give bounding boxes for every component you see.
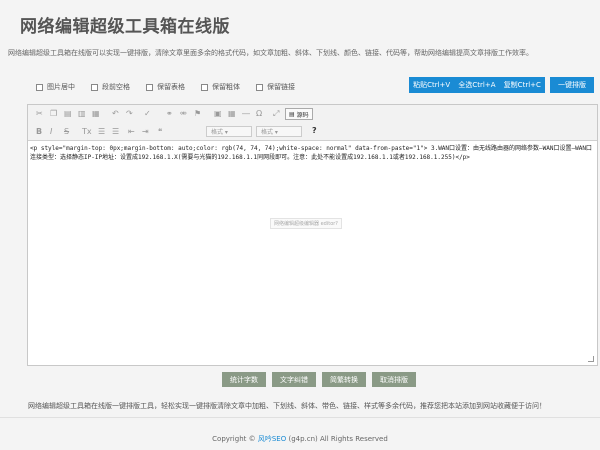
format-select[interactable]: 格式 ▾ <box>256 126 302 137</box>
page-title: 网络编辑超级工具箱在线版 <box>20 17 230 37</box>
link-icon[interactable]: ⚭ <box>166 109 173 118</box>
word-count-button[interactable]: 统计字数 <box>222 372 266 387</box>
one-key-format-button[interactable]: 一键排版 <box>550 77 594 93</box>
option-label: 保留链接 <box>267 83 295 91</box>
spellcheck-icon[interactable]: ✓ <box>144 109 151 118</box>
convert-button[interactable]: 简繁转换 <box>322 372 366 387</box>
page: 网络编辑超级工具箱在线版 网络编辑超级工具箱在线版可以实现一键排版，清除文章里面… <box>0 0 600 450</box>
editor-toolbar: ✂ ❐ ▤ ▥ ▦ ↶ ↷ ✓ ⚭ ⚮ ⚑ ▣ ▦ ― Ω ⤢ ▤ 源码 B I … <box>28 105 597 141</box>
cut-icon[interactable]: ✂ <box>36 109 43 118</box>
document-icon: ▤ <box>289 110 295 118</box>
rich-text-editor[interactable]: ✂ ❐ ▤ ▥ ▦ ↶ ↷ ✓ ⚭ ⚮ ⚑ ▣ ▦ ― Ω ⤢ ▤ 源码 B I … <box>27 104 598 366</box>
divider <box>0 417 600 418</box>
indent-icon[interactable]: ⇥ <box>142 127 149 136</box>
resize-handle[interactable] <box>588 356 594 362</box>
paste-word-icon[interactable]: ▦ <box>92 109 100 118</box>
bold-icon[interactable]: B <box>36 127 42 136</box>
source-label: 源码 <box>296 111 309 119</box>
proofread-button[interactable]: 文字纠错 <box>272 372 316 387</box>
checkbox[interactable] <box>91 83 98 91</box>
checkbox[interactable] <box>256 83 263 91</box>
numbered-list-icon[interactable]: ☰ <box>98 127 105 136</box>
checkbox[interactable] <box>201 83 208 91</box>
option-indent[interactable]: 段前空格 <box>91 82 130 92</box>
italic-icon[interactable]: I <box>50 127 52 136</box>
outdent-icon[interactable]: ⇤ <box>128 127 135 136</box>
editor-content[interactable]: <p style="margin-top: 0px;margin-bottom:… <box>30 145 595 162</box>
blockquote-icon[interactable]: ❝ <box>158 127 162 136</box>
clipboard-actions: 粘贴Ctrl+V 全选Ctrl+A 复制Ctrl+C <box>409 77 545 93</box>
style-select[interactable]: 格式 ▾ <box>206 126 252 137</box>
rights: All Rights Reserved <box>320 435 388 443</box>
domain: (g4p.cn) <box>288 435 318 443</box>
select-all-button[interactable]: 全选Ctrl+A <box>458 80 495 90</box>
paste-button[interactable]: 粘贴Ctrl+V <box>413 80 450 90</box>
anchor-icon[interactable]: ⚑ <box>194 109 201 118</box>
copy-button[interactable]: 复制Ctrl+C <box>504 80 541 90</box>
page-description: 网络编辑超级工具箱在线版可以实现一键排版，清除文章里面多余的格式代码，如文章加粗… <box>8 49 533 57</box>
option-label: 段前空格 <box>102 83 130 91</box>
option-keep-tables[interactable]: 保留表格 <box>146 82 185 92</box>
copyright: Copyright © 风吟SEO (g4p.cn) All Rights Re… <box>0 434 600 444</box>
unlink-icon[interactable]: ⚮ <box>180 109 187 118</box>
paste-icon[interactable]: ▤ <box>64 109 72 118</box>
image-icon[interactable]: ▣ <box>214 109 222 118</box>
footer-note: 网络编辑超级工具箱在线版一键排版工具，轻松实现一键排版清除文章中加粗、下划线、斜… <box>28 402 546 410</box>
undo-format-button[interactable]: 取消排版 <box>372 372 416 387</box>
bottom-actions: 统计字数 文字纠错 简繁转换 取消排版 <box>222 372 416 387</box>
option-label: 保留表格 <box>157 83 185 91</box>
option-center-images[interactable]: 图片居中 <box>36 82 75 92</box>
copyright-prefix: Copyright © <box>212 435 256 443</box>
strikethrough-icon[interactable]: S <box>64 127 69 136</box>
option-keep-bold[interactable]: 保留粗体 <box>201 82 240 92</box>
maximize-icon[interactable]: ⤢ <box>273 109 279 119</box>
redo-icon[interactable]: ↷ <box>126 109 133 118</box>
checkbox[interactable] <box>36 83 43 91</box>
bullet-list-icon[interactable]: ☰ <box>112 127 119 136</box>
undo-icon[interactable]: ↶ <box>112 109 119 118</box>
option-label: 图片居中 <box>47 83 75 91</box>
special-char-icon[interactable]: Ω <box>256 109 262 118</box>
option-label: 保留粗体 <box>212 83 240 91</box>
format-select-label: 格式 <box>261 129 274 136</box>
table-icon[interactable]: ▦ <box>228 109 236 118</box>
clear-format-icon[interactable]: Tx <box>82 127 92 136</box>
horizontal-line-icon[interactable]: ― <box>242 109 250 118</box>
help-icon[interactable]: ? <box>312 126 317 135</box>
style-select-label: 格式 <box>211 129 224 136</box>
option-keep-links[interactable]: 保留链接 <box>256 82 295 92</box>
brand-link[interactable]: 风吟SEO <box>258 435 286 443</box>
source-button[interactable]: ▤ 源码 <box>285 108 313 120</box>
copy-icon[interactable]: ❐ <box>50 109 57 118</box>
options-row: 图片居中 段前空格 保留表格 保留粗体 保留链接 <box>36 82 295 92</box>
editor-watermark: 网络编辑超级编辑器 editor? <box>270 218 342 229</box>
paste-text-icon[interactable]: ▥ <box>78 109 86 118</box>
checkbox[interactable] <box>146 83 153 91</box>
